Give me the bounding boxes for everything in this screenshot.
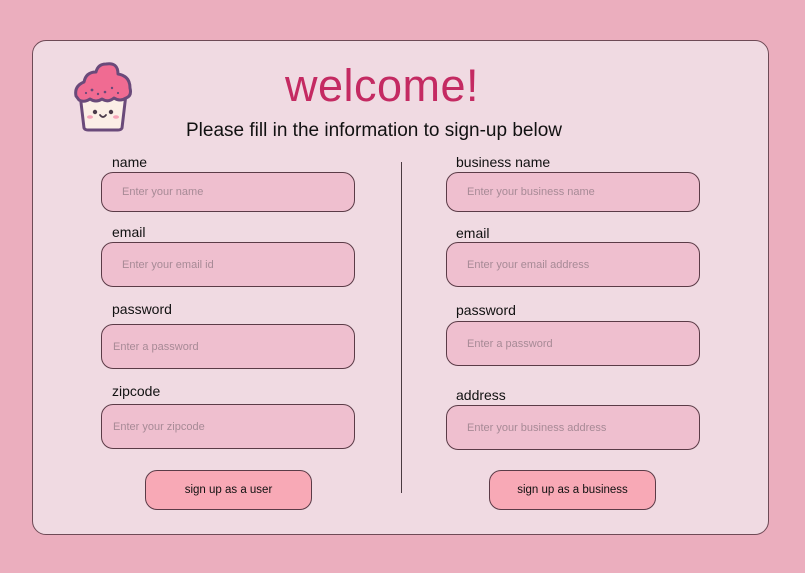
business-address-label: address <box>456 387 506 403</box>
user-email-input[interactable] <box>101 242 355 287</box>
business-name-label: business name <box>456 154 551 170</box>
user-name-input[interactable] <box>101 172 355 212</box>
business-password-input[interactable] <box>446 321 700 366</box>
user-zipcode-label: zipcode <box>112 383 161 399</box>
user-name-label: name <box>112 154 148 170</box>
user-email-label: email <box>112 224 146 240</box>
sign-up-business-button[interactable]: sign up as a business <box>489 470 656 510</box>
user-password-input[interactable] <box>101 324 355 369</box>
sign-up-user-button[interactable]: sign up as a user <box>145 470 312 510</box>
page-subtitle: Please fill in the information to sign-u… <box>186 120 562 141</box>
user-password-label: password <box>112 301 172 317</box>
user-zipcode-input[interactable] <box>101 404 355 449</box>
business-email-label: email <box>456 225 490 241</box>
business-email-input[interactable] <box>446 242 700 287</box>
form-divider <box>401 162 402 493</box>
business-name-input[interactable] <box>446 172 700 212</box>
business-address-input[interactable] <box>446 405 700 450</box>
business-password-label: password <box>456 302 516 318</box>
page-title: welcome! <box>284 60 480 111</box>
